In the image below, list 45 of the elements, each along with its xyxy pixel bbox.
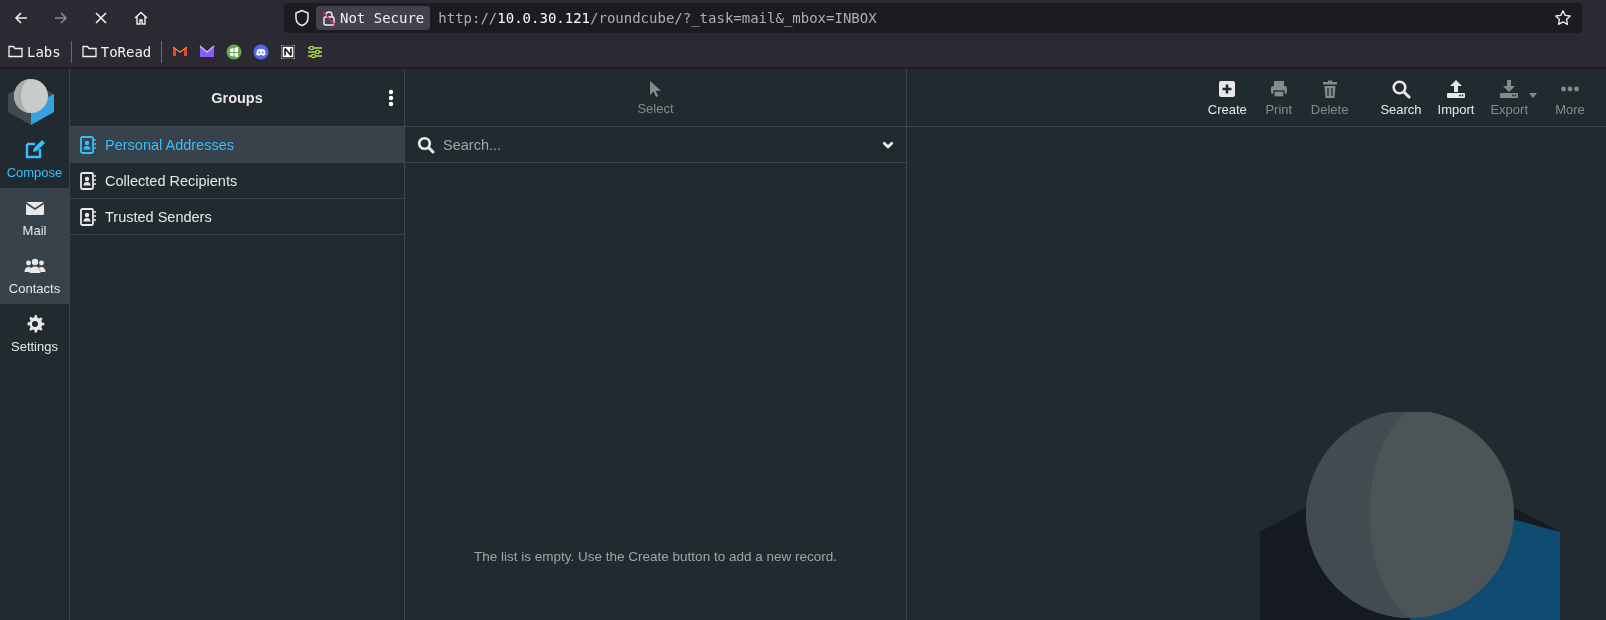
bookmark-folder[interactable]: ToRead [77, 38, 156, 65]
left-arrow-icon [13, 10, 29, 26]
shield-icon [294, 9, 310, 27]
address-book-icon [80, 171, 96, 190]
caret-icon [1529, 93, 1537, 98]
nav-item[interactable]: Contacts [0, 246, 69, 304]
panel-title: Groups [211, 89, 263, 106]
empty-list-message: The list is empty. Use the Create button to add a new record. [474, 549, 837, 564]
folder-icon [81, 45, 97, 58]
home-icon [133, 10, 149, 26]
address-book-item[interactable]: Trusted Senders [70, 199, 404, 235]
close-icon [94, 11, 108, 25]
cursor-arrow-icon [648, 79, 663, 98]
broken-lock-icon [322, 10, 336, 26]
search-icon [417, 135, 435, 154]
game-controller-icon [252, 42, 271, 61]
address-book-item[interactable]: Personal Addresses [70, 127, 404, 163]
chevron-down-icon [882, 140, 894, 149]
bookmark-folder[interactable]: Labs [4, 38, 65, 65]
nav-item[interactable]: Compose [0, 130, 69, 188]
star-icon [1554, 9, 1572, 27]
toolbar-button[interactable]: Search [1374, 78, 1428, 117]
folder-icon [8, 45, 23, 58]
pencil-square-icon [23, 138, 46, 161]
address-bar[interactable]: Not Secure http://10.0.30.121/roundcube/?_task=mail&_mbox=INBOX [284, 3, 1582, 33]
address-book-icon [80, 135, 96, 154]
download-icon [1499, 78, 1520, 99]
nav-item[interactable]: Mail [0, 188, 69, 246]
toolbar-button[interactable]: Create [1201, 78, 1253, 117]
plus-square-icon [1217, 78, 1238, 99]
ellipsis-icon [1560, 85, 1580, 92]
search-icon [1390, 78, 1411, 99]
right-arrow-icon [53, 10, 69, 26]
n-square-icon [279, 42, 298, 61]
security-indicator[interactable]: Not Secure [316, 6, 431, 30]
search-field[interactable]: Search... [443, 136, 874, 153]
circle-icon [225, 42, 244, 61]
address-book-item[interactable]: Collected Recipients [70, 163, 404, 199]
printer-icon [1268, 78, 1289, 99]
address-book-icon [80, 207, 96, 226]
menu-button[interactable] [386, 89, 396, 107]
toolbar-button[interactable]: Import [1431, 78, 1481, 117]
upload-icon [1446, 78, 1466, 99]
nav-item[interactable]: Settings [0, 304, 69, 362]
url-text: http://10.0.30.121/roundcube/?_task=mail&_mbox=INBOX [438, 10, 878, 26]
